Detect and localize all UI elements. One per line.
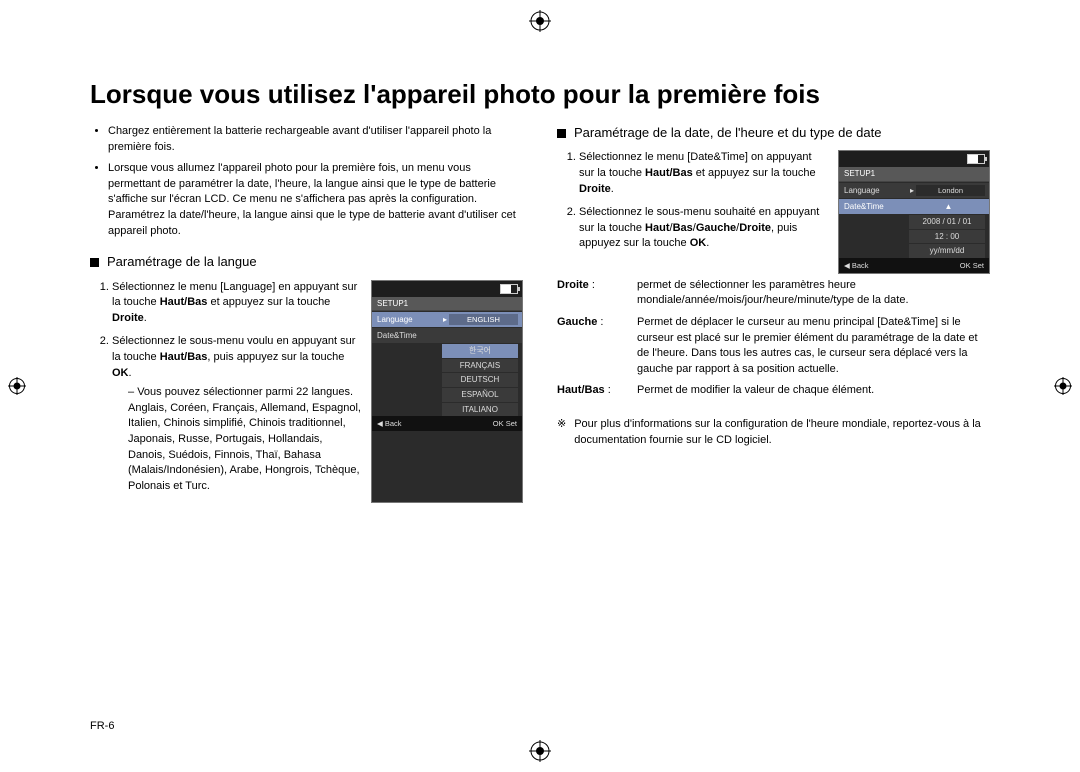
lcd-option: 한국어 — [442, 344, 518, 358]
lcd-option: ESPAÑOL — [442, 388, 518, 402]
lcd-value: 12 : 00 — [909, 230, 985, 244]
lcd-option: DEUTSCH — [442, 373, 518, 387]
language-steps: Sélectionnez le menu [Language] en appuy… — [90, 280, 361, 495]
page-title: Lorsque vous utilisez l'appareil photo p… — [90, 80, 990, 110]
lcd-back-label: Back — [385, 419, 402, 428]
lcd-set-label: Set — [506, 419, 517, 428]
lcd-row-label: Date&Time — [372, 331, 441, 341]
step-item: Sélectionnez le sous-menu souhaité en ap… — [579, 205, 828, 252]
intro-bullet: Lorsque vous allumez l'appareil photo po… — [108, 161, 523, 239]
lcd-tab: SETUP1 — [839, 167, 989, 182]
intro-bullets: Chargez entièrement la batterie recharge… — [90, 124, 523, 239]
chevron-right-icon: ▸ — [908, 186, 916, 196]
lcd-value: 2008 / 01 / 01 — [909, 215, 985, 229]
lcd-option: FRANÇAIS — [442, 359, 518, 373]
direction-keys-table: Droite permet de sélectionner les paramè… — [557, 278, 990, 399]
crop-mark-left — [8, 377, 26, 395]
note-text: Pour plus d'informations sur la configur… — [574, 417, 990, 448]
step-item: Sélectionnez le menu [Date&Time] on appu… — [579, 150, 828, 197]
note-block: ※ Pour plus d'informations sur la config… — [557, 417, 990, 448]
battery-icon — [967, 154, 985, 164]
lcd-ok-label: OK — [960, 261, 971, 270]
lcd-date-screenshot: SETUP1 Language ▸ London Date&Time ▲ 200… — [838, 150, 990, 273]
square-bullet-icon — [557, 129, 566, 138]
section-heading: Paramétrage de la langue — [107, 253, 257, 271]
lcd-option: ITALIANO — [442, 403, 518, 417]
key-label: Droite — [557, 278, 637, 309]
crop-mark-top — [529, 10, 551, 32]
page-number: FR-6 — [90, 720, 114, 732]
key-desc: Permet de modifier la valeur de chaque é… — [637, 383, 990, 399]
lcd-ok-label: OK — [493, 419, 504, 428]
date-steps: Sélectionnez le menu [Date&Time] on appu… — [557, 150, 828, 252]
languages-note: Vous pouvez sélectionner parmi 22 langue… — [128, 385, 361, 494]
square-bullet-icon — [90, 258, 99, 267]
lcd-value: yy/mm/dd — [909, 244, 985, 258]
right-column: Paramétrage de la date, de l'heure et du… — [557, 124, 990, 503]
crop-mark-right — [1054, 377, 1072, 395]
left-column: Chargez entièrement la batterie recharge… — [90, 124, 523, 503]
key-desc: permet de sélectionner les paramètres he… — [637, 278, 990, 309]
lcd-language-screenshot: SETUP1 Language ▸ ENGLISH Date&Time 한국어 … — [371, 280, 523, 503]
step-item: Sélectionnez le sous-menu voulu en appuy… — [112, 334, 361, 494]
key-label: Gauche — [557, 315, 637, 377]
step-item: Sélectionnez le menu [Language] en appuy… — [112, 280, 361, 327]
chevron-up-icon: ▲ — [908, 202, 989, 212]
chevron-right-icon: ▸ — [441, 315, 449, 325]
crop-mark-bottom — [529, 740, 551, 762]
lcd-set-label: Set — [973, 261, 984, 270]
lcd-back-label: Back — [852, 261, 869, 270]
lcd-row-value: London — [916, 185, 985, 196]
lcd-row-value: ENGLISH — [449, 314, 518, 325]
lcd-tab: SETUP1 — [372, 297, 522, 312]
asterisk-icon: ※ — [557, 417, 566, 448]
battery-icon — [500, 284, 518, 294]
lcd-row-label: Language — [372, 315, 441, 325]
lcd-row-label: Language — [839, 186, 908, 196]
key-label: Haut/Bas — [557, 383, 637, 399]
key-desc: Permet de déplacer le curseur au menu pr… — [637, 315, 990, 377]
lcd-row-label: Date&Time — [839, 202, 908, 212]
section-heading: Paramétrage de la date, de l'heure et du… — [574, 124, 881, 142]
intro-bullet: Chargez entièrement la batterie recharge… — [108, 124, 523, 155]
